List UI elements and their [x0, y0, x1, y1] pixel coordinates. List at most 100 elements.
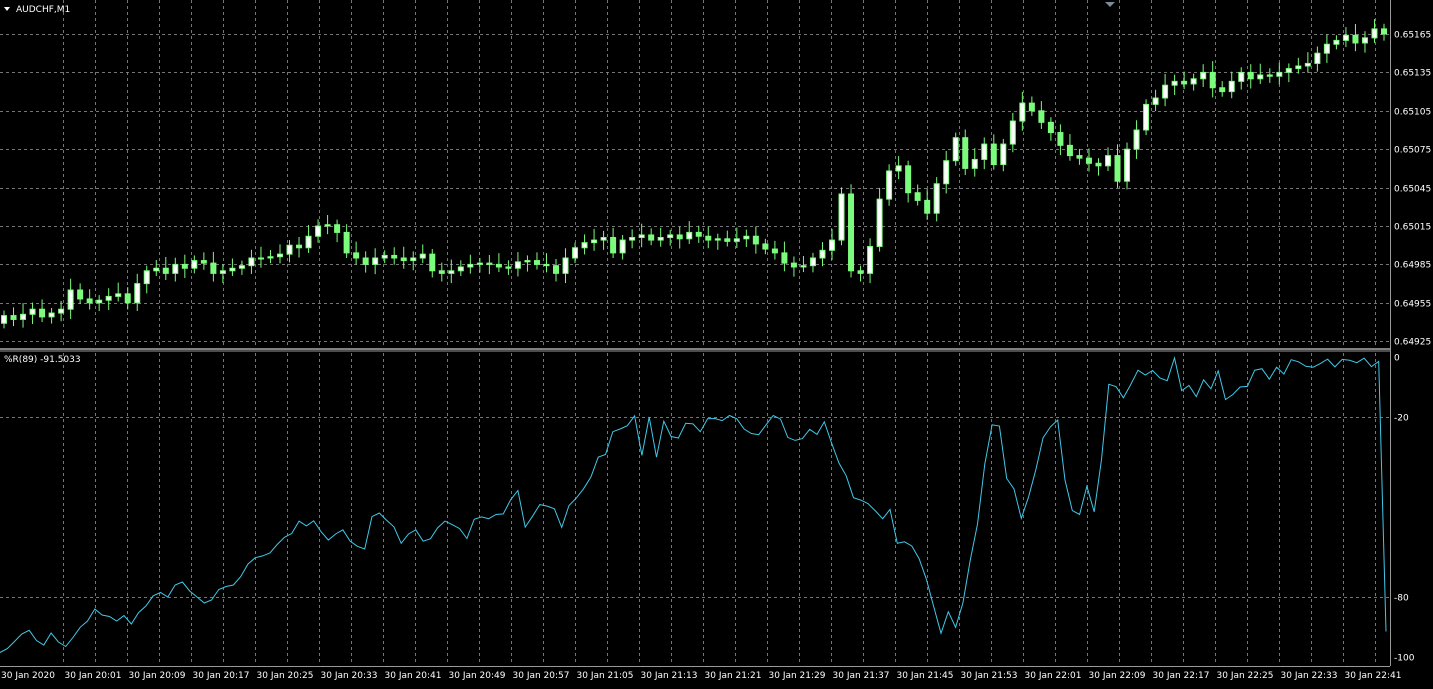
time-tick-label: 30 Jan 20:01	[65, 671, 122, 681]
candle-body	[334, 224, 341, 233]
candle-body	[229, 267, 236, 272]
candle-body	[895, 165, 902, 172]
candle-body	[1361, 37, 1368, 44]
candle-body	[86, 298, 93, 304]
candle-body	[391, 254, 398, 259]
candle-body	[1, 315, 7, 324]
candle-body	[638, 234, 645, 239]
candle-body	[905, 165, 912, 194]
candle-body	[1009, 120, 1016, 145]
candle-body	[838, 193, 845, 241]
time-tick-label: 30 Jan 21:53	[961, 671, 1018, 681]
candle-body	[686, 231, 693, 240]
candle-body	[1095, 162, 1102, 167]
candle-body	[1181, 80, 1188, 85]
candle-body	[572, 247, 579, 259]
time-tick-label: 30 Jan 20:25	[257, 671, 314, 681]
candle-body	[1000, 143, 1007, 166]
candle-body	[553, 265, 559, 274]
candle-body	[448, 270, 455, 274]
time-tick-label: 30 Jan 20:09	[129, 671, 186, 681]
candle-body	[1228, 80, 1235, 93]
candle-body	[96, 299, 103, 304]
candle-body	[867, 245, 874, 274]
time-tick-label: 30 Jan 21:13	[641, 671, 698, 681]
candle-body	[219, 270, 226, 274]
indicator-tick-label: 0	[1394, 354, 1400, 364]
candle-body	[324, 224, 331, 227]
time-tick-label: 30 Jan 20:49	[449, 671, 506, 681]
candle-body	[238, 265, 245, 269]
candle-body	[343, 231, 350, 254]
candle-body	[257, 257, 264, 260]
price-tick-label: 0.65075	[1394, 146, 1431, 156]
candle-body	[115, 293, 122, 297]
candle-body	[181, 263, 188, 269]
candle-body	[876, 198, 883, 247]
candle-body	[143, 270, 150, 285]
candle-body	[695, 231, 702, 237]
candle-body	[657, 237, 664, 241]
candle-body	[1314, 52, 1321, 64]
candle-body	[743, 235, 750, 240]
candle-body	[267, 256, 274, 259]
candle-body	[524, 260, 531, 263]
candle-body	[1333, 39, 1340, 45]
candle-body	[191, 260, 198, 269]
candle-body	[58, 308, 65, 314]
candle-body	[600, 237, 607, 241]
indicator-tick-label: -80	[1394, 594, 1409, 604]
candle-body	[505, 266, 512, 269]
time-tick-label: 30 Jan 21:45	[897, 671, 954, 681]
candle-body	[933, 183, 940, 214]
time-tick-label: 30 Jan 20:41	[385, 671, 442, 681]
candle-body	[153, 267, 160, 272]
price-axis-labels: 0.65165 0.65135 0.65105 0.65075 0.65045 0.650…	[1394, 31, 1431, 348]
candle-body	[1066, 144, 1073, 157]
candle-body	[476, 262, 483, 265]
candle-body	[248, 257, 255, 267]
candle-body	[1152, 97, 1159, 105]
indicator-tick-label: -100	[1394, 654, 1415, 664]
price-tick-label: 0.65135	[1394, 69, 1431, 79]
candle-body	[124, 293, 131, 304]
candle-body	[762, 243, 769, 250]
candle-body	[1276, 71, 1283, 77]
candle-body	[210, 262, 217, 274]
candle-body	[610, 237, 617, 254]
candle-body	[819, 249, 826, 259]
candle-body	[172, 263, 179, 274]
candle-body	[943, 160, 950, 185]
candle-body	[714, 238, 721, 241]
candle-body	[1247, 71, 1254, 80]
time-tick-label: 30 Jan 2020	[1, 671, 55, 681]
candle-body	[1143, 103, 1150, 131]
candle-body	[20, 313, 27, 320]
candle-body	[305, 235, 312, 249]
candle-body	[410, 257, 417, 262]
candle-body	[581, 242, 588, 249]
candle-body	[629, 237, 636, 241]
time-tick-label: 30 Jan 21:37	[833, 671, 890, 681]
price-tick-label: 0.64985	[1394, 261, 1431, 271]
candle-body	[1238, 71, 1245, 82]
candle-body	[1085, 157, 1092, 164]
candle-body	[1266, 74, 1273, 77]
candle-body	[457, 266, 464, 272]
trading-chart[interactable]: 0.65165 0.65135 0.65105 0.65075 0.65045 0.650…	[0, 0, 1433, 689]
time-tick-label: 30 Jan 21:21	[705, 671, 762, 681]
candle-body	[771, 248, 778, 254]
candle-body	[10, 315, 17, 320]
candle-body	[829, 239, 835, 251]
candle-body	[1381, 28, 1387, 35]
indicator-tick-label: -20	[1394, 414, 1409, 424]
time-tick-label: 30 Jan 20:57	[513, 671, 570, 681]
chart-background	[0, 0, 1433, 689]
candle-body	[781, 252, 788, 264]
candle-body	[562, 257, 569, 274]
candle-body	[952, 137, 959, 162]
candle-body	[438, 270, 445, 274]
candle-body	[1028, 102, 1035, 112]
candle-body	[790, 262, 797, 268]
candle-body	[848, 193, 855, 272]
